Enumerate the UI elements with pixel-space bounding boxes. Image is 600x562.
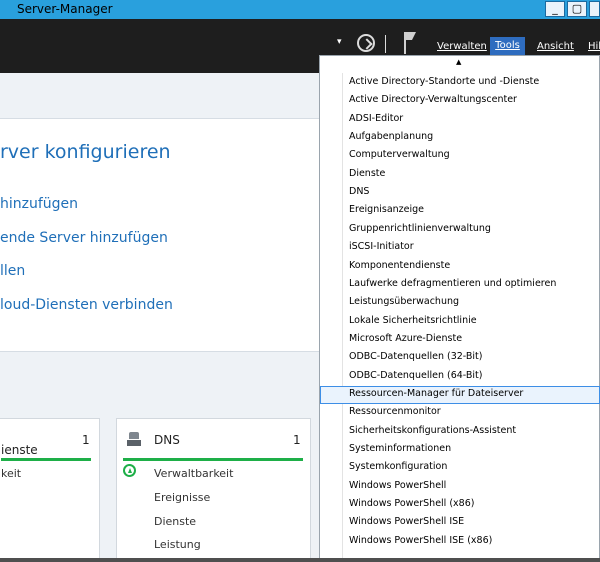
separator [385, 35, 386, 53]
tile-row-verwaltbarkeit[interactable]: Verwaltbarkeit [154, 467, 233, 480]
tools-menu-item[interactable]: Lokale Sicherheitsrichtlinie [349, 313, 477, 329]
tools-menu-item[interactable]: Windows PowerShell ISE [349, 514, 464, 530]
quick-link-add-servers[interactable]: ende Server hinzufügen [0, 230, 168, 246]
quick-link-create-group[interactable]: llen [0, 263, 25, 279]
quick-start-title: rver konfigurieren [0, 141, 171, 163]
tools-menu-item[interactable]: Systemkonfiguration [349, 459, 447, 475]
tools-menu-item[interactable]: Laufwerke defragmentieren und optimieren [349, 276, 556, 292]
tile-row-dienste[interactable]: Dienste [154, 515, 196, 528]
menu-verwalten[interactable]: Verwalten [437, 41, 487, 52]
tile-count: 1 [293, 433, 301, 447]
tools-menu-item[interactable]: ODBC-Datenquellen (64-Bit) [349, 368, 482, 384]
tools-menu-item[interactable]: Systeminformationen [349, 441, 451, 457]
quick-link-cloud[interactable]: loud-Diensten verbinden [0, 297, 173, 313]
tile-row-leistung[interactable]: Leistung [154, 538, 201, 551]
tools-menu-item[interactable]: Windows PowerShell [349, 478, 446, 494]
tools-menu-item[interactable]: Gruppenrichtlinienverwaltung [349, 221, 491, 237]
status-up-icon [123, 464, 136, 477]
tile-row[interactable]: keit [1, 467, 21, 480]
menu-ansicht[interactable]: Ansicht [537, 41, 574, 52]
close-button[interactable] [589, 1, 600, 17]
window-title: Server-Manager [17, 2, 113, 16]
tools-menu-item[interactable]: Ressourcenmonitor [349, 404, 441, 420]
role-tile-services[interactable]: ienste 1 keit [0, 418, 100, 562]
tools-menu-item[interactable]: Ressourcen-Manager für Dateiserver [349, 386, 523, 402]
menu-icon-gutter [320, 73, 343, 562]
tile-title: DNS [154, 433, 180, 447]
menu-tools[interactable]: Tools [490, 37, 525, 55]
role-tile-dns[interactable]: DNS 1 Verwaltbarkeit Ereignisse Dienste … [116, 418, 311, 562]
minimize-button[interactable]: _ [545, 1, 565, 17]
tile-row-ereignisse[interactable]: Ereignisse [154, 491, 210, 504]
tile-count: 1 [82, 433, 90, 447]
quick-link-add-roles[interactable]: hinzufügen [0, 196, 78, 212]
status-bar [123, 458, 303, 461]
tile-title: ienste [1, 443, 38, 457]
tools-menu-item[interactable]: Ereignisanzeige [349, 202, 424, 218]
tools-menu-item[interactable]: Dienste [349, 166, 385, 182]
title-bar: Server-Manager _ ▢ [0, 0, 600, 19]
status-bar [1, 458, 91, 461]
tools-menu-item[interactable]: ODBC-Datenquellen (32-Bit) [349, 349, 482, 365]
tools-menu-item[interactable]: Active Directory-Verwaltungscenter [349, 92, 517, 108]
tools-menu-item[interactable]: DNS [349, 184, 369, 200]
tools-menu-item[interactable]: iSCSI-Initiator [349, 239, 414, 255]
server-icon [127, 432, 141, 446]
refresh-icon[interactable] [357, 34, 375, 52]
menu-scroll-up-icon[interactable]: ▲ [456, 58, 461, 66]
tools-menu-item[interactable]: Active Directory-Standorte und -Dienste [349, 74, 539, 90]
tools-menu-item[interactable]: Windows PowerShell ISE (x86) [349, 533, 492, 549]
tools-menu-item[interactable]: Microsoft Azure-Dienste [349, 331, 462, 347]
tools-menu-item[interactable]: Komponentendienste [349, 258, 450, 274]
taskbar-edge [0, 558, 600, 562]
tools-menu-item[interactable]: Computerverwaltung [349, 147, 450, 163]
menu-hilfe[interactable]: Hilfe [588, 41, 600, 52]
tools-menu-item[interactable]: Leistungsüberwachung [349, 294, 459, 310]
tools-menu-item[interactable]: Windows PowerShell (x86) [349, 496, 474, 512]
tools-menu-item[interactable]: Sicherheitskonfigurations-Assistent [349, 423, 516, 439]
notifications-flag-icon[interactable] [402, 32, 418, 54]
history-dropdown-icon[interactable]: ▾ [337, 37, 342, 47]
maximize-button[interactable]: ▢ [567, 1, 587, 17]
tools-menu-item[interactable]: Aufgabenplanung [349, 129, 433, 145]
tools-menu-item[interactable]: ADSI-Editor [349, 111, 403, 127]
